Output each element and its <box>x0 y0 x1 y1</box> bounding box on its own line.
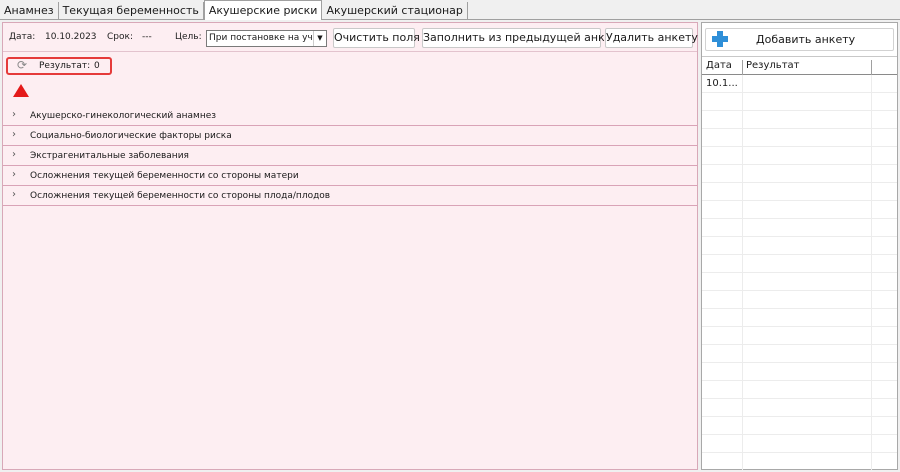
fill-from-previous-button[interactable]: Заполнить из предыдущей анкеты <box>422 28 627 48</box>
plus-icon <box>712 31 728 47</box>
result-value: 0 <box>94 61 100 71</box>
table-row-empty <box>702 399 897 417</box>
grid-line <box>871 75 872 470</box>
chevron-right-icon: › <box>12 129 16 140</box>
tabs-divider <box>0 19 900 20</box>
table-row-empty <box>702 417 897 435</box>
grid-header: Дата Результат <box>702 57 897 78</box>
warning-triangle-icon <box>13 84 29 97</box>
chevron-right-icon: › <box>12 109 16 120</box>
section-item[interactable]: › Осложнения текущей беременности со сто… <box>3 186 697 206</box>
date-value: 10.10.2023 <box>45 32 97 42</box>
table-row-empty <box>702 201 897 219</box>
term-label: Срок: <box>107 32 133 42</box>
chevron-right-icon: › <box>12 189 16 200</box>
refresh-icon[interactable]: ⟳ <box>17 58 27 72</box>
term-value: --- <box>142 32 152 42</box>
section-item[interactable]: › Акушерско-гинекологический анамнез <box>3 106 697 126</box>
form-toolbar: Дата: 10.10.2023 Срок: --- Цель: При пос… <box>3 23 698 52</box>
result-box: ⟳ Результат: 0 <box>6 57 112 75</box>
section-label: Осложнения текущей беременности со сторо… <box>30 191 331 201</box>
tab-bar: Анамнез Текущая беременность Акушерские … <box>0 0 468 20</box>
table-row[interactable]: 10.1... <box>702 75 897 93</box>
chevron-right-icon: › <box>12 169 16 180</box>
section-label: Экстрагенитальные заболевания <box>30 151 189 161</box>
table-row-empty <box>702 345 897 363</box>
table-row-empty <box>702 93 897 111</box>
goal-select-value: При постановке на учет <box>209 33 324 43</box>
goal-select[interactable]: При постановке на учет ▼ <box>206 30 327 47</box>
section-item[interactable]: › Осложнения текущей беременности со сто… <box>3 166 697 186</box>
table-row-empty <box>702 273 897 291</box>
table-row-empty <box>702 381 897 399</box>
table-row-empty <box>702 165 897 183</box>
chevron-down-icon[interactable]: ▼ <box>313 31 326 46</box>
section-label: Социально-биологические факторы риска <box>30 131 232 141</box>
tab-obstetric-risks[interactable]: Акушерские риски <box>203 0 323 20</box>
table-row-empty <box>702 363 897 381</box>
forms-grid: Дата Результат 10.1... <box>702 56 897 470</box>
table-row-empty <box>702 237 897 255</box>
table-row-empty <box>702 291 897 309</box>
section-item[interactable]: › Социально-биологические факторы риска <box>3 126 697 146</box>
tab-anamnesis[interactable]: Анамнез <box>0 2 59 20</box>
table-row-empty <box>702 255 897 273</box>
table-row-empty <box>702 147 897 165</box>
clear-fields-button[interactable]: Очистить поля <box>333 28 420 48</box>
section-list: › Акушерско-гинекологический анамнез › С… <box>3 106 697 206</box>
goal-label: Цель: <box>175 32 202 42</box>
column-header-date[interactable]: Дата <box>706 60 732 71</box>
forms-side-panel: Добавить анкету Дата Результат 10.1... <box>701 22 898 470</box>
table-row-empty <box>702 219 897 237</box>
table-row-empty <box>702 183 897 201</box>
chevron-right-icon: › <box>12 149 16 160</box>
add-form-label: Добавить анкету <box>756 33 856 46</box>
table-row-empty <box>702 111 897 129</box>
table-row-empty <box>702 129 897 147</box>
date-label: Дата: <box>9 32 36 42</box>
tab-obstetric-hospital[interactable]: Акушерский стационар <box>322 2 468 20</box>
table-row-empty <box>702 327 897 345</box>
section-label: Осложнения текущей беременности со сторо… <box>30 171 299 181</box>
add-form-button[interactable]: Добавить анкету <box>705 28 894 51</box>
column-header-result[interactable]: Результат <box>746 60 799 71</box>
tab-current-pregnancy[interactable]: Текущая беременность <box>58 2 204 20</box>
row-date: 10.1... <box>706 78 738 89</box>
grid-line <box>742 75 743 470</box>
table-row-empty <box>702 309 897 327</box>
section-item[interactable]: › Экстрагенитальные заболевания <box>3 146 697 166</box>
table-row-empty <box>702 435 897 453</box>
risk-form-panel: Дата: 10.10.2023 Срок: --- Цель: При пос… <box>2 22 698 470</box>
result-label: Результат: <box>39 61 91 71</box>
section-label: Акушерско-гинекологический анамнез <box>30 111 217 121</box>
delete-form-button[interactable]: Удалить анкету <box>605 28 698 48</box>
